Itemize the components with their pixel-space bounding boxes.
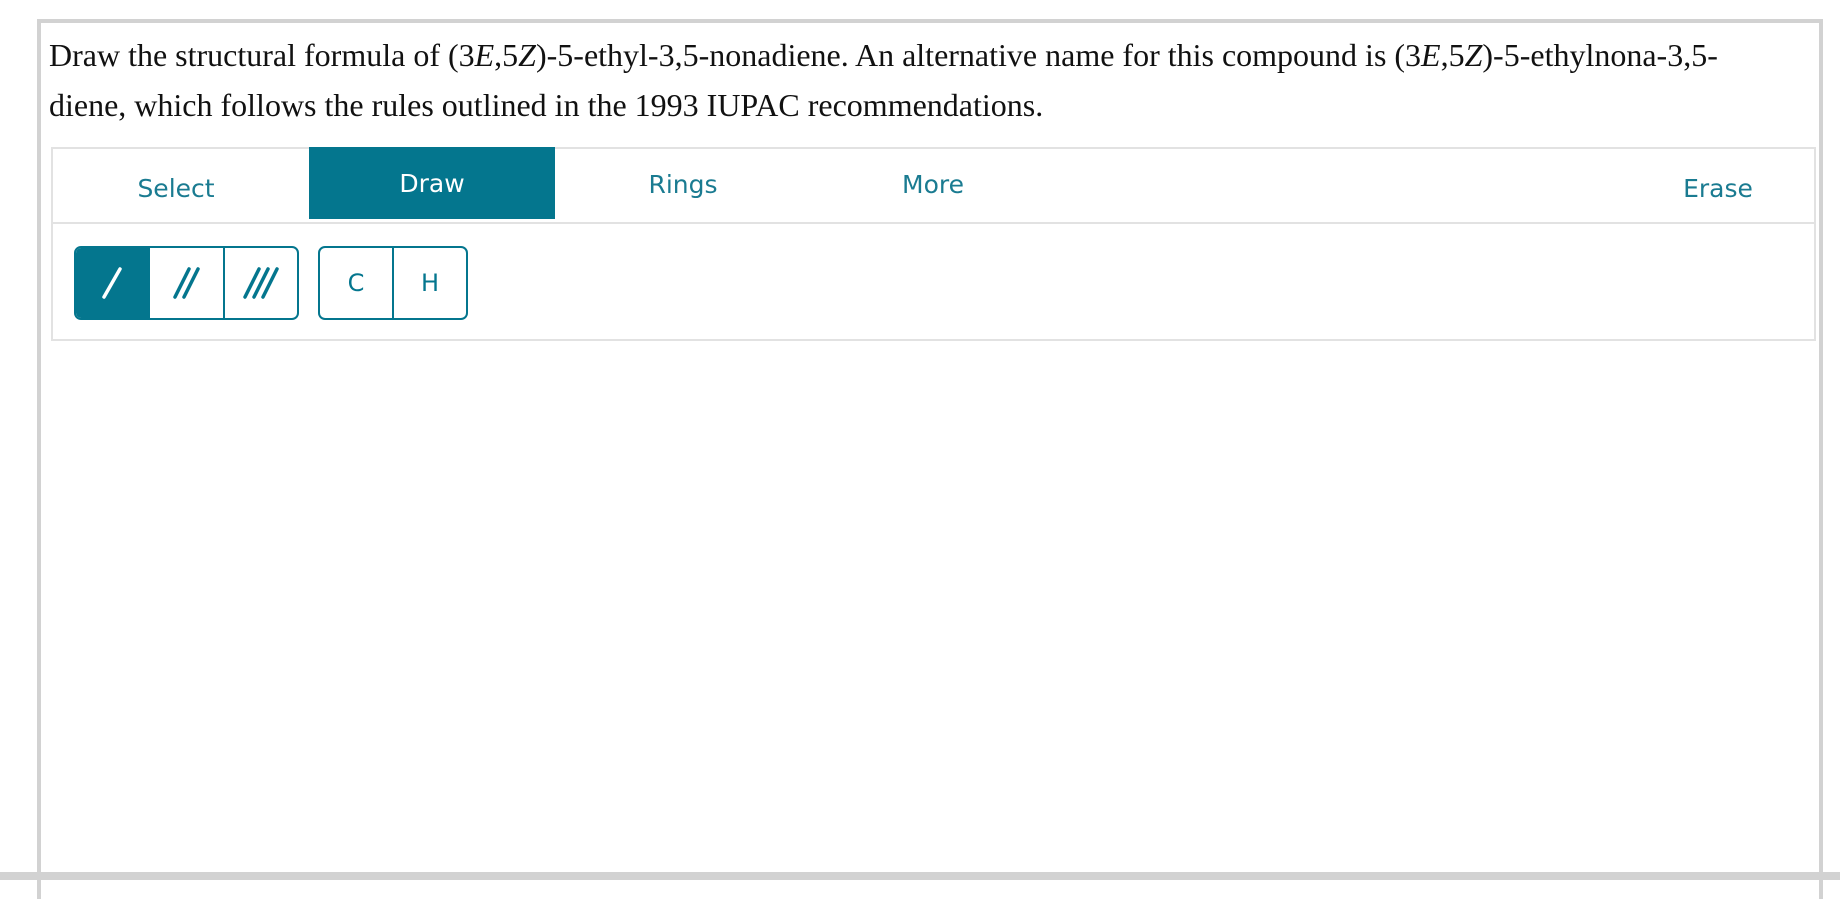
triple-bond-icon [243,267,279,299]
hydrogen-atom-button[interactable]: H [394,248,466,318]
question-text-part: Draw the structural formula of (3 [49,37,475,73]
triple-bond-button[interactable] [225,248,297,318]
tab-select[interactable]: Select [53,151,299,225]
single-bond-button[interactable] [76,248,151,318]
single-bond-icon [102,267,122,299]
draw-tools-panel: C H [51,222,1816,341]
question-text-part: ,5 [494,37,519,73]
erase-button[interactable]: Erase [1620,151,1816,225]
tab-rings[interactable]: Rings [560,147,806,221]
double-bond-button[interactable] [150,248,225,318]
tab-more[interactable]: More [810,147,1056,221]
bottom-divider [0,872,1840,880]
question-text-italic: E [474,37,495,73]
question-text-part: ,5 [1440,37,1465,73]
question-text-italic: Z [1464,37,1483,73]
question-text-italic: Z [518,37,536,73]
question-text-italic: E [1421,37,1441,73]
bond-tools-group [74,246,299,320]
question-text: Draw the structural formula of (3E,5Z)-5… [49,30,1789,130]
atom-tools-group: C H [318,246,468,320]
carbon-atom-button[interactable]: C [320,248,394,318]
question-text-part: )-5-ethyl-3,5-nonadiene. An alternative … [535,37,1422,73]
double-bond-icon [173,267,201,299]
tab-draw[interactable]: Draw [309,147,555,219]
editor-tab-bar: Select Draw Rings More Erase [51,147,1816,223]
